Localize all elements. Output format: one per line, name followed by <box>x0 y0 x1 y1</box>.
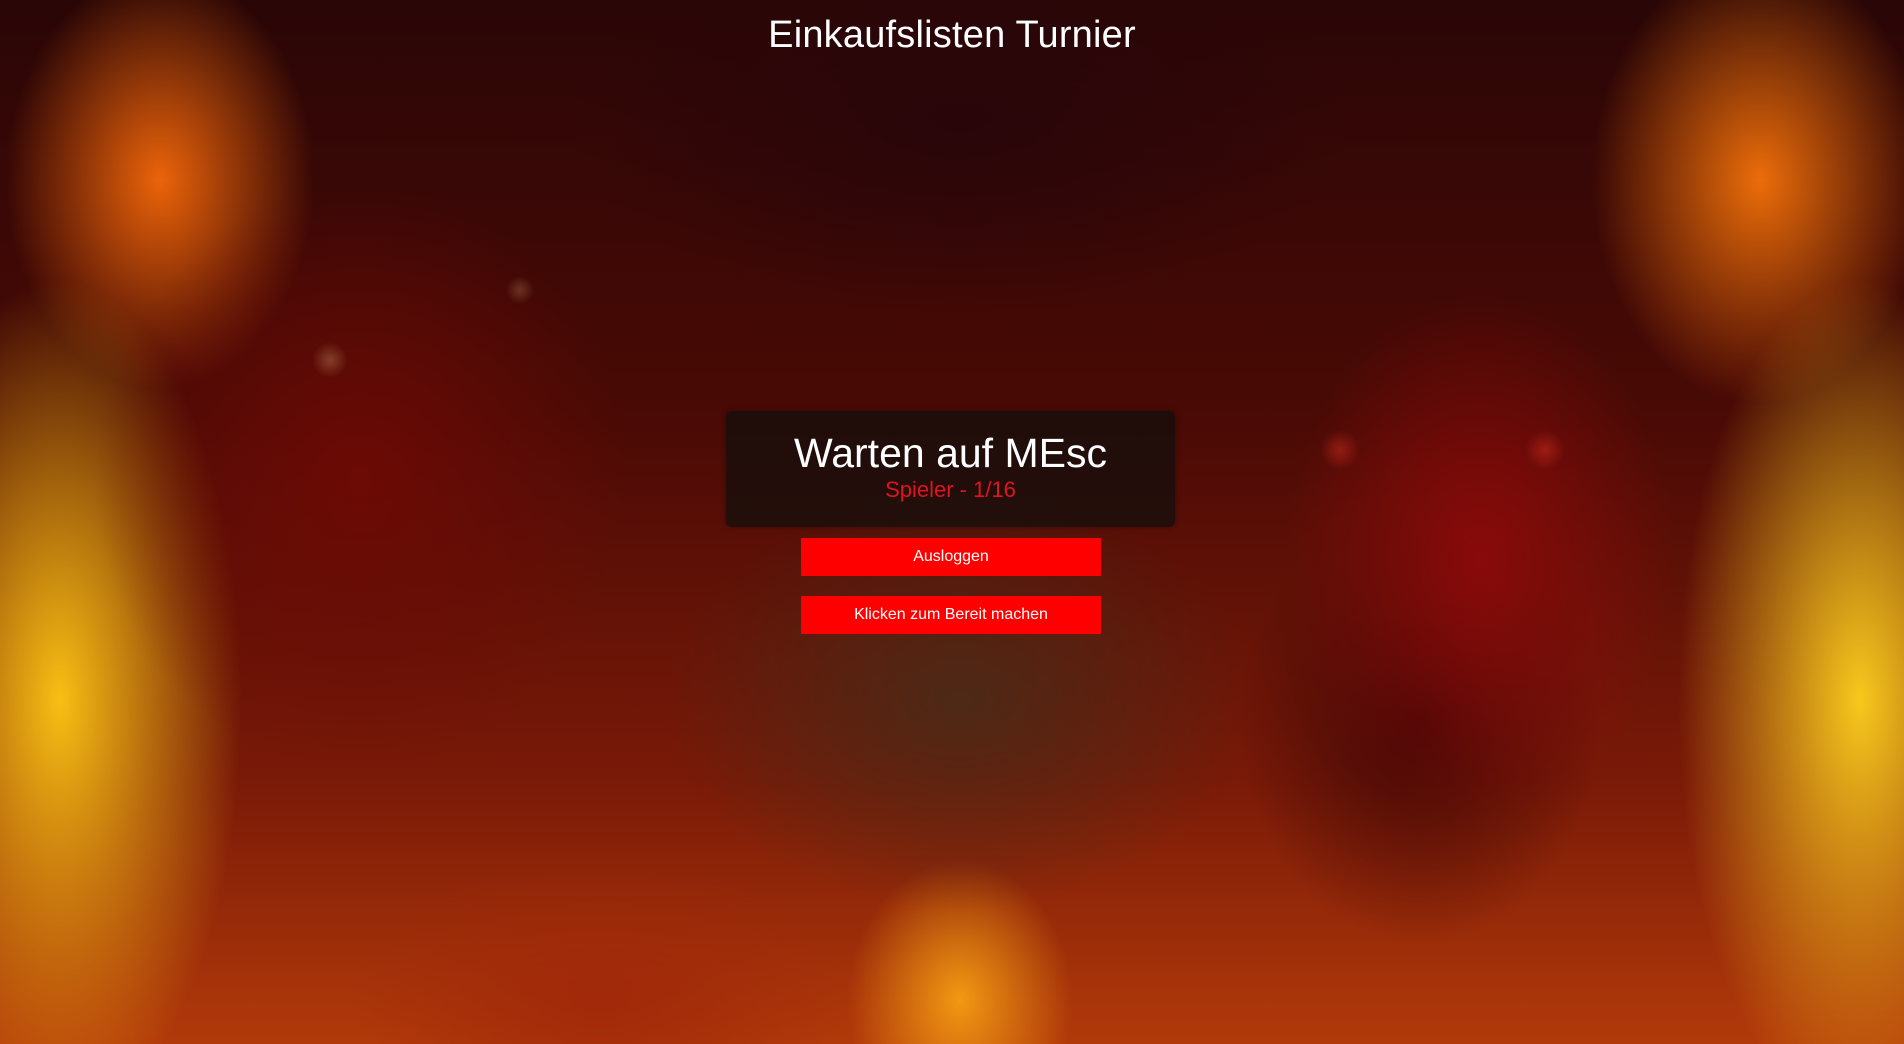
waiting-status-panel: Warten auf MEsc Spieler - 1/16 <box>726 411 1175 527</box>
player-count: Spieler - 1/16 <box>885 477 1016 502</box>
lobby-page: Einkaufslisten Turnier Warten auf MEsc S… <box>0 0 1904 1044</box>
logout-button[interactable]: Ausloggen <box>801 538 1101 576</box>
waiting-heading: Warten auf MEsc <box>794 430 1107 476</box>
ready-button[interactable]: Klicken zum Bereit machen <box>801 596 1101 634</box>
page-title: Einkaufslisten Turnier <box>768 14 1136 56</box>
